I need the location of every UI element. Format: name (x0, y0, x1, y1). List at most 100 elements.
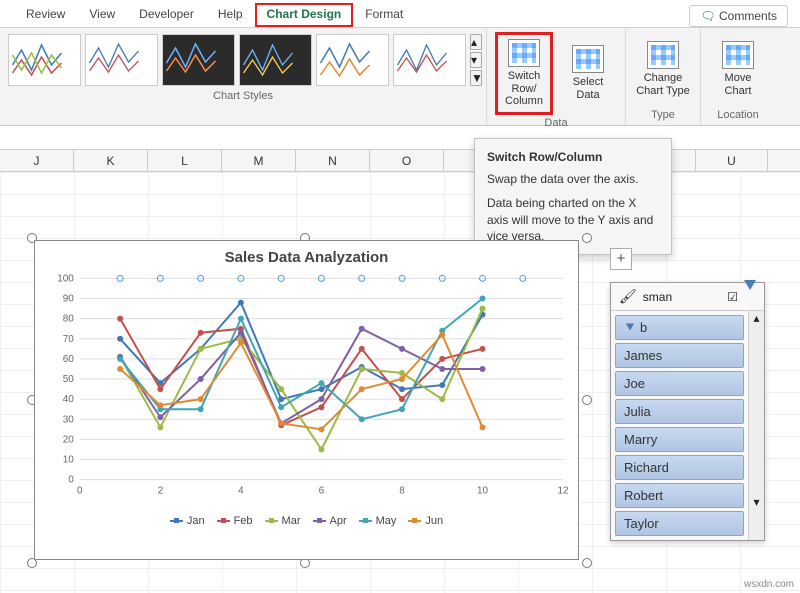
formula-bar-area (0, 126, 800, 150)
filter-head-text: sman (643, 290, 721, 304)
scroll-down-icon[interactable]: ▾ (749, 495, 764, 509)
select-data-button[interactable]: Select Data (559, 41, 617, 105)
chart-object[interactable]: Sales Data Analyzation 01020304050607080… (34, 240, 579, 560)
comment-icon: 🗨 (700, 9, 715, 23)
svg-text:30: 30 (63, 414, 75, 425)
tab-view[interactable]: View (77, 3, 127, 27)
data-label: Data (487, 115, 625, 133)
tab-format[interactable]: Format (353, 3, 415, 27)
type-label: Type (626, 107, 700, 125)
filter-scrollbar[interactable]: ▴ ▾ (748, 311, 764, 540)
col-header-J[interactable]: J (0, 150, 74, 171)
legend-item-Mar[interactable]: Mar (265, 515, 301, 527)
filter-item-Joe[interactable]: Joe (615, 371, 744, 396)
svg-text:8: 8 (399, 486, 405, 497)
svg-text:20: 20 (63, 434, 75, 445)
switch-row-column-icon (508, 39, 540, 67)
comments-button[interactable]: 🗨 Comments (689, 5, 788, 27)
filter-header: 🖌 sman ☑ (611, 283, 764, 311)
svg-text:50: 50 (63, 374, 75, 385)
style-thumb-4[interactable] (239, 34, 312, 86)
col-header-N[interactable]: N (296, 150, 370, 171)
svg-text:12: 12 (558, 486, 570, 497)
filter-item-Marry[interactable]: Marry (615, 427, 744, 452)
tooltip-line2: Data being charted on the X axis will mo… (487, 195, 659, 244)
col-header-L[interactable]: L (148, 150, 222, 171)
switch-row-column-button[interactable]: Switch Row/Column (495, 32, 553, 115)
tab-chart-design[interactable]: Chart Design (255, 3, 354, 27)
svg-text:80: 80 (63, 314, 75, 325)
svg-text:4: 4 (238, 486, 244, 497)
filter-item-Taylor[interactable]: Taylor (615, 511, 744, 536)
style-thumb-6[interactable] (393, 34, 466, 86)
chart-styles-group: ▴ ▾ ▼ Chart Styles (0, 28, 487, 125)
style-thumb-3[interactable] (162, 34, 235, 86)
svg-text:40: 40 (63, 394, 75, 405)
col-header-M[interactable]: M (222, 150, 296, 171)
legend-item-May[interactable]: May (359, 515, 397, 527)
comments-label: Comments (719, 9, 777, 23)
location-group: MoveChart Location (701, 28, 775, 125)
gallery-scroll-up[interactable]: ▴ (470, 34, 482, 50)
gallery-scroll-down[interactable]: ▾ (470, 52, 482, 68)
col-header-O[interactable]: O (370, 150, 444, 171)
legend-item-Feb[interactable]: Feb (217, 515, 253, 527)
col-header-K[interactable]: K (74, 150, 148, 171)
change-chart-type-icon (647, 41, 679, 69)
gallery-more[interactable]: ▼ (470, 70, 482, 86)
style-thumb-5[interactable] (316, 34, 389, 86)
tab-review[interactable]: Review (14, 3, 77, 27)
filter-item-b[interactable]: b (615, 315, 744, 340)
scroll-up-icon[interactable]: ▴ (749, 311, 764, 325)
svg-text:60: 60 (63, 354, 75, 365)
ribbon-tabs: Review View Developer Help Chart Design … (0, 0, 800, 28)
cct-l2: Chart Type (636, 85, 690, 97)
col-header-U[interactable]: U (696, 150, 768, 171)
ribbon-groups: ▴ ▾ ▼ Chart Styles Switch Row/Column Sel… (0, 28, 800, 126)
filter-item-Julia[interactable]: Julia (615, 399, 744, 424)
funnel-icon-small (624, 320, 636, 335)
svg-text:2: 2 (158, 486, 164, 497)
legend-item-Apr[interactable]: Apr (313, 515, 347, 527)
svg-text:10: 10 (63, 455, 75, 466)
chart-legend[interactable]: Jan Feb Mar Apr May Jun (35, 515, 578, 527)
svg-text:0: 0 (77, 486, 83, 497)
chart-handle-se[interactable] (582, 558, 592, 568)
chart-styles-gallery[interactable]: ▴ ▾ ▼ (0, 28, 486, 88)
location-label: Location (701, 107, 775, 125)
change-chart-type-button[interactable]: ChangeChart Type (634, 37, 692, 101)
filter-item-Robert[interactable]: Robert (615, 483, 744, 508)
tab-help[interactable]: Help (206, 3, 255, 27)
chart-filter-panel[interactable]: 🖌 sman ☑ b James Joe Julia Marry Richard Rober… (610, 282, 765, 541)
move-chart-button[interactable]: MoveChart (709, 37, 767, 101)
tooltip-switch-row-column: Switch Row/Column Swap the data over the… (474, 138, 672, 255)
tab-developer[interactable]: Developer (127, 3, 206, 27)
filter-list: b James Joe Julia Marry Richard Robert Taylor (611, 311, 748, 540)
gallery-scroll[interactable]: ▴ ▾ ▼ (470, 34, 482, 86)
tooltip-title: Switch Row/Column (487, 149, 659, 165)
chart-elements-button[interactable]: + (610, 248, 632, 270)
chart-styles-label: Chart Styles (0, 88, 486, 106)
legend-item-Jun[interactable]: Jun (408, 515, 443, 527)
check-list-icon[interactable]: ☑ (727, 290, 738, 304)
legend-item-Jan[interactable]: Jan (170, 515, 205, 527)
svg-text:100: 100 (57, 273, 74, 284)
switch-label-1: Switch Row/ (508, 70, 540, 95)
watermark: wsxdn.com (744, 579, 794, 590)
chart-plot-area[interactable]: 0102030405060708090100024681012 (35, 268, 578, 508)
chart-title[interactable]: Sales Data Analyzation (35, 249, 578, 266)
move-chart-icon (722, 41, 754, 69)
svg-text:0: 0 (68, 475, 74, 486)
tooltip-line1: Swap the data over the axis. (487, 171, 659, 187)
filter-item-Richard[interactable]: Richard (615, 455, 744, 480)
style-thumb-1[interactable] (8, 34, 81, 86)
select-data-icon (572, 45, 604, 73)
chart-handle-e[interactable] (582, 395, 592, 405)
filter-item-James[interactable]: James (615, 343, 744, 368)
chart-handle-ne[interactable] (582, 233, 592, 243)
column-headers: J K L M N O T U (0, 150, 800, 172)
mc-l2: Chart (725, 85, 752, 97)
style-thumb-2[interactable] (85, 34, 158, 86)
funnel-icon[interactable] (744, 290, 756, 304)
select-data-label: Select Data (573, 76, 604, 101)
